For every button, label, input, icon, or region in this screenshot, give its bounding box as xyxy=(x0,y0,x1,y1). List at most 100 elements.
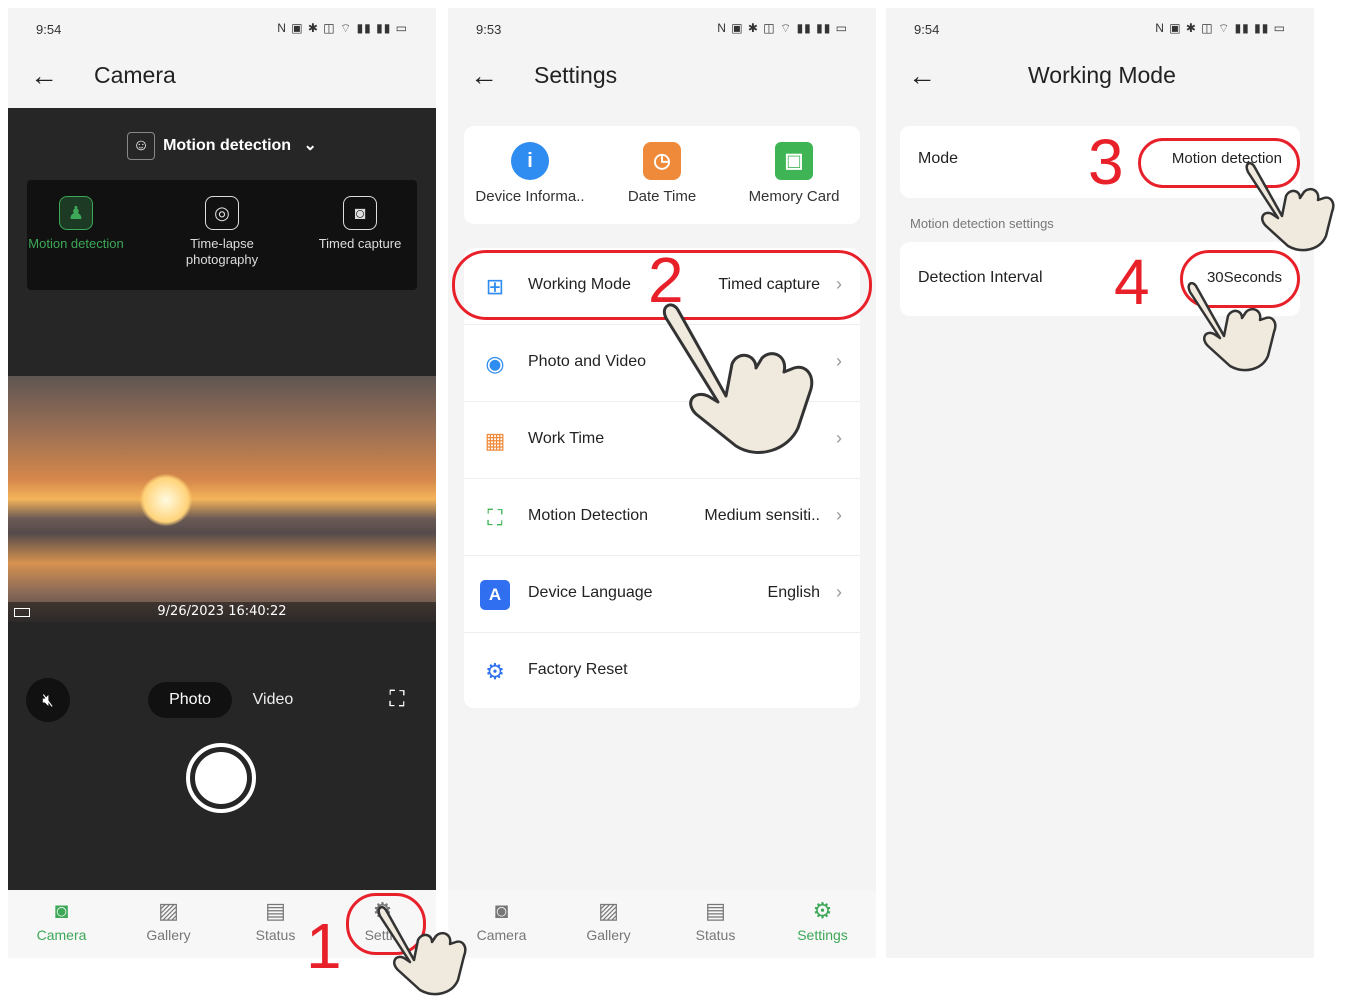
tab-label: Camera xyxy=(36,927,87,943)
gallery-icon: ▨ xyxy=(598,898,619,923)
time-lapse-icon: ◎ xyxy=(205,196,239,230)
bottom-tab-bar: ◙ Camera ▨ Gallery ▤ Status ⚙ Settings xyxy=(448,890,876,958)
motion-person-icon: ☺ xyxy=(127,132,156,160)
app-bar: ← Working Mode xyxy=(886,48,1314,108)
tab-gallery[interactable]: ▨ Gallery xyxy=(115,898,222,943)
info-icon: i xyxy=(511,142,549,180)
settings-screen: 9:53 N ▣ ✱ ◫ ⌔ ▮▮ ▮▮ ▭ ← Settings i Devic… xyxy=(448,8,876,958)
status-time: 9:54 xyxy=(914,22,940,37)
camera-icon: ◙ xyxy=(54,898,69,923)
pointing-hand-icon xyxy=(1187,281,1277,372)
motion-person-icon: ♟ xyxy=(59,196,93,230)
camera-controls: 🔇︎ Photo Video ⛶ xyxy=(8,678,436,722)
mode-menu: ♟ Motion detection ◎ Time-lapse photogra… xyxy=(27,180,417,290)
mode-label: Time-lapse photography xyxy=(185,236,259,267)
mode-label: Mode xyxy=(918,150,959,167)
sd-card-icon: ▣ xyxy=(775,142,813,180)
mode-time-lapse[interactable]: ◎ Time-lapse photography xyxy=(167,196,277,268)
mode-dropdown[interactable]: ☺ Motion detection ⌄ xyxy=(8,132,436,160)
motion-scan-icon: ⛶ xyxy=(487,505,503,530)
quick-label: Device Informa.. xyxy=(475,188,585,205)
row-label: Photo and Video xyxy=(528,353,647,370)
status-time: 9:53 xyxy=(476,22,502,37)
camera-panel: ☺ Motion detection ⌄ ♟ Motion detection ◎… xyxy=(8,108,436,890)
fullscreen-icon[interactable]: ⛶ xyxy=(380,680,414,718)
tab-camera[interactable]: ◙ Camera xyxy=(8,898,115,943)
chevron-right-icon: › xyxy=(836,582,842,602)
tab-settings[interactable]: ⚙ Settings xyxy=(769,898,876,943)
chevron-down-icon: ⌄ xyxy=(303,137,317,155)
battery-icon xyxy=(14,608,30,617)
timestamp: 9/26/2023 16:40:22 xyxy=(8,602,436,622)
tab-label: Camera xyxy=(476,927,527,943)
tab-status[interactable]: ▤ Status xyxy=(662,898,769,943)
camera-screen: 9:54 N ▣ ✱ ◫ ⌔ ▮▮ ▮▮ ▭ ← Camera ☺ Motion … xyxy=(8,8,436,958)
quick-label: Date Time xyxy=(627,188,697,205)
photo-video-icon: ◉ xyxy=(485,351,505,376)
section-label: Motion detection settings xyxy=(910,216,1054,231)
memory-card-button[interactable]: ▣ Memory Card xyxy=(728,142,860,205)
row-label: Motion Detection xyxy=(528,507,649,524)
quick-settings: i Device Informa.. ◷ Date Time ▣ Memory Car… xyxy=(464,126,860,224)
mode-label: Timed capture xyxy=(318,236,402,251)
tab-label: Settings xyxy=(797,927,848,943)
tab-label: Status xyxy=(695,927,736,943)
pointing-hand-icon xyxy=(377,905,467,996)
camera-preview: 9/26/2023 16:40:22 xyxy=(8,376,436,622)
mode-timed-capture[interactable]: ◙ Timed capture xyxy=(305,196,415,252)
video-toggle[interactable]: Video xyxy=(244,682,302,718)
tab-label: Gallery xyxy=(586,927,631,943)
annotation-step-number: 1 xyxy=(306,910,342,982)
annotation-step-number: 4 xyxy=(1114,246,1150,318)
row-label: Work Time xyxy=(528,430,605,447)
clock-icon: ◷ xyxy=(643,142,681,180)
detection-interval-label: Detection Interval xyxy=(918,269,1043,286)
status-bar: 9:54 N ▣ ✱ ◫ ⌔ ▮▮ ▮▮ ▭ xyxy=(886,8,1314,48)
row-value: Medium sensiti.. xyxy=(704,507,820,524)
device-information-button[interactable]: i Device Informa.. xyxy=(464,142,596,205)
status-bar: 9:54 N ▣ ✱ ◫ ⌔ ▮▮ ▮▮ ▭ xyxy=(8,8,436,48)
app-bar: ← Camera xyxy=(8,48,436,108)
shutter-button[interactable] xyxy=(186,743,256,813)
pointing-hand-icon xyxy=(1245,161,1335,252)
row-value: English xyxy=(767,584,820,601)
tab-label: Gallery xyxy=(146,927,191,943)
app-bar: ← Settings xyxy=(448,48,876,108)
tab-label: Status xyxy=(255,927,296,943)
row-label: Device Language xyxy=(528,584,653,601)
mode-dropdown-label: Motion detection xyxy=(163,137,292,155)
back-arrow-icon[interactable]: ← xyxy=(30,60,58,92)
sun-image xyxy=(140,474,192,526)
status-icons: N ▣ ✱ ◫ ⌔ ▮▮ ▮▮ ▭ xyxy=(1155,21,1286,35)
mute-icon[interactable]: 🔇︎ xyxy=(26,678,70,722)
settings-row-factory-reset[interactable]: ⚙ Factory Reset xyxy=(464,633,860,710)
gear-reset-icon: ⚙ xyxy=(485,659,505,684)
chevron-right-icon: › xyxy=(836,505,842,525)
status-icons: N ▣ ✱ ◫ ⌔ ▮▮ ▮▮ ▭ xyxy=(717,21,848,35)
tab-gallery[interactable]: ▨ Gallery xyxy=(555,898,662,943)
back-arrow-icon[interactable]: ← xyxy=(470,60,498,92)
gallery-icon: ▨ xyxy=(158,898,179,923)
calendar-clock-icon: ▦ xyxy=(484,428,506,453)
status-icon: ▤ xyxy=(705,898,726,923)
status-icons: N ▣ ✱ ◫ ⌔ ▮▮ ▮▮ ▭ xyxy=(277,21,408,35)
pointing-hand-icon xyxy=(663,303,814,454)
settings-row-motion-detection[interactable]: ⛶ Motion Detection Medium sensiti.. › xyxy=(464,479,860,556)
back-arrow-icon[interactable]: ← xyxy=(908,60,936,92)
camera-timer-icon: ◙ xyxy=(343,196,377,230)
mode-motion-detection[interactable]: ♟ Motion detection xyxy=(21,196,131,252)
page-title: Settings xyxy=(534,62,618,88)
quick-label: Memory Card xyxy=(748,188,840,205)
settings-row-device-language[interactable]: A Device Language English › xyxy=(464,556,860,633)
language-icon: A xyxy=(480,580,510,610)
status-time: 9:54 xyxy=(36,22,62,37)
page-title: Camera xyxy=(94,62,176,88)
settings-icon: ⚙ xyxy=(812,898,833,923)
mode-label: Motion detection xyxy=(28,236,124,251)
status-bar: 9:53 N ▣ ✱ ◫ ⌔ ▮▮ ▮▮ ▭ xyxy=(448,8,876,48)
photo-toggle[interactable]: Photo xyxy=(148,682,232,718)
row-label: Factory Reset xyxy=(528,661,628,678)
annotation-step-number: 3 xyxy=(1088,126,1124,198)
page-title: Working Mode xyxy=(1028,62,1176,88)
date-time-button[interactable]: ◷ Date Time xyxy=(596,142,728,205)
